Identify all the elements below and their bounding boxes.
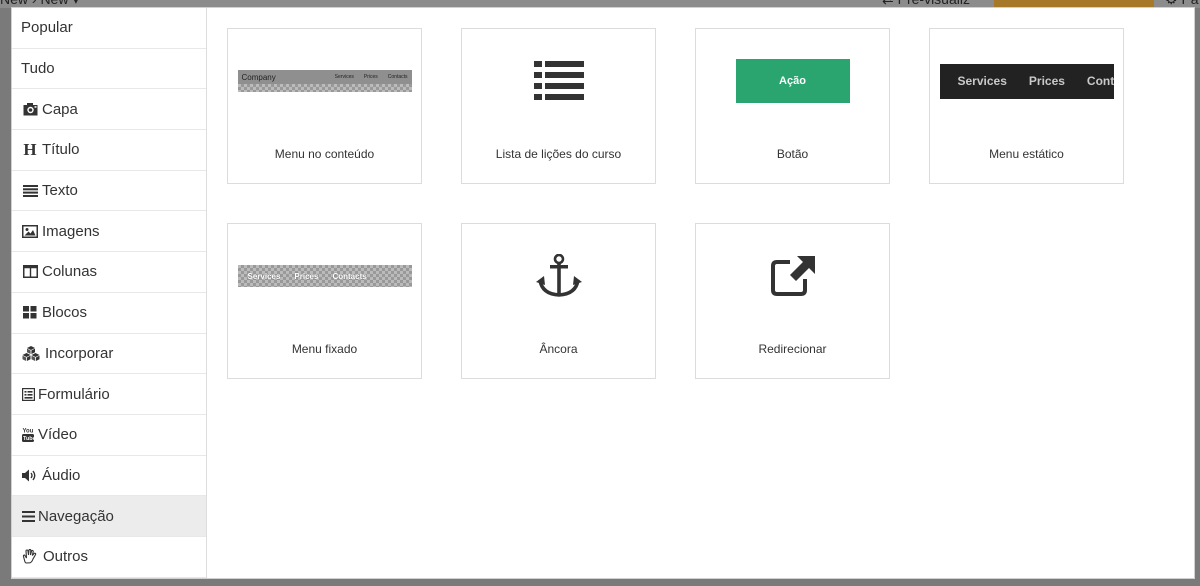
preview-link: Services [334, 74, 354, 80]
svg-text:Tube: Tube [23, 436, 34, 442]
sidebar-item-title[interactable]: H Título [12, 130, 206, 171]
sidebar-item-all[interactable]: Tudo [12, 49, 206, 90]
sidebar-item-label: Colunas [42, 263, 98, 281]
sidebar-item-video[interactable]: YouTube Vídeo [12, 415, 206, 456]
preview-link: Conta [1086, 74, 1114, 88]
block-card-content-menu[interactable]: Company Services Prices Contacts Menu no… [227, 28, 422, 184]
block-card-label: Redirecionar [758, 342, 827, 356]
category-sidebar: Popular Tudo Capa H Título Texto Imagens [12, 8, 207, 578]
sidebar-item-others[interactable]: Outros [12, 537, 206, 578]
list-icon [533, 61, 584, 101]
sidebar-item-label: Popular [21, 19, 73, 37]
sidebar-item-embed[interactable]: Incorporar [12, 334, 206, 375]
block-picker-modal: Popular Tudo Capa H Título Texto Imagens [11, 7, 1195, 579]
sidebar-item-label: Título [42, 141, 80, 159]
preview-link: Services [247, 271, 281, 281]
external-link-icon [770, 256, 816, 296]
block-gallery-panel: Company Services Prices Contacts Menu no… [207, 8, 1194, 401]
preview-link: Prices [1028, 74, 1065, 88]
sidebar-item-cover[interactable]: Capa [12, 89, 206, 131]
fixed-menu-preview: Services Prices Contacts [238, 265, 412, 287]
sidebar-item-audio[interactable]: Áudio [12, 456, 206, 497]
sidebar-item-label: Formulário [38, 385, 110, 403]
youtube-icon: YouTube [21, 427, 35, 443]
content-menu-preview: Company Services Prices Contacts [237, 70, 412, 92]
camera-icon [21, 101, 39, 117]
volume-icon [21, 467, 39, 483]
preview-link: Prices [363, 74, 378, 80]
sidebar-item-form[interactable]: Formulário [12, 374, 206, 415]
block-preview: Services Prices Conta [930, 29, 1123, 147]
static-menu-preview: Services Prices Conta [939, 63, 1114, 99]
svg-text:You: You [23, 429, 34, 435]
preview-link: Contacts [387, 74, 408, 80]
sidebar-item-label: Áudio [42, 466, 81, 484]
sidebar-item-label: Tudo [21, 60, 55, 78]
block-card-button[interactable]: Ação Botão [695, 28, 890, 184]
sidebar-item-label: Navegação [38, 507, 114, 525]
block-card-label: Botão [776, 147, 809, 161]
block-preview: Ação [696, 29, 889, 147]
bars-icon [21, 508, 35, 524]
sidebar-item-label: Texto [42, 182, 78, 200]
columns-icon [21, 264, 39, 280]
block-gallery: Company Services Prices Contacts Menu no… [207, 8, 1194, 578]
block-preview [696, 224, 889, 342]
block-card-label: Âncora [539, 342, 578, 356]
block-card-label: Menu no conteúdo [274, 147, 375, 161]
sidebar-item-label: Vídeo [38, 426, 78, 444]
cubes-icon [21, 345, 41, 361]
block-card-label: Menu estático [989, 147, 1064, 161]
sidebar-item-label: Capa [42, 100, 78, 118]
block-preview [462, 224, 655, 342]
anchor-icon [535, 254, 582, 298]
block-card-static-menu[interactable]: Services Prices Conta Menu estático [929, 28, 1124, 184]
button-preview: Ação [735, 59, 850, 103]
block-preview [462, 29, 655, 147]
sidebar-item-blocks[interactable]: Blocos [12, 293, 206, 334]
preview-brand: Company [241, 72, 276, 82]
preview-link: Services [957, 74, 1007, 88]
preview-link: Prices [294, 271, 319, 281]
sidebar-item-images[interactable]: Imagens [12, 211, 206, 253]
block-card-label: Menu fixado [291, 342, 358, 356]
block-preview: Company Services Prices Contacts [228, 29, 421, 147]
sidebar-item-navigation[interactable]: Navegação [12, 496, 206, 537]
hand-icon [21, 549, 39, 565]
image-icon [21, 223, 39, 239]
sidebar-item-popular[interactable]: Popular [12, 8, 206, 49]
sidebar-item-text[interactable]: Texto [12, 171, 206, 212]
block-card-redirect[interactable]: Redirecionar [695, 223, 890, 379]
block-card-fixed-menu[interactable]: Services Prices Contacts Menu fixado [227, 223, 422, 379]
align-justify-icon [21, 183, 39, 199]
heading-icon: H [23, 139, 37, 159]
sidebar-item-label: Imagens [42, 222, 100, 240]
th-large-icon [21, 305, 39, 321]
sidebar-item-label: Outros [43, 548, 89, 566]
block-card-lesson-list[interactable]: Lista de lições do curso [461, 28, 656, 184]
sidebar-item-label: Incorporar [45, 344, 114, 362]
preview-link: Contacts [332, 271, 367, 281]
block-card-label: Lista de lições do curso [495, 147, 622, 161]
sidebar-item-label: Blocos [42, 304, 88, 322]
block-card-anchor[interactable]: Âncora [461, 223, 656, 379]
block-preview: Services Prices Contacts [228, 224, 421, 342]
sidebar-item-columns[interactable]: Colunas [12, 252, 206, 293]
form-icon [21, 386, 35, 402]
